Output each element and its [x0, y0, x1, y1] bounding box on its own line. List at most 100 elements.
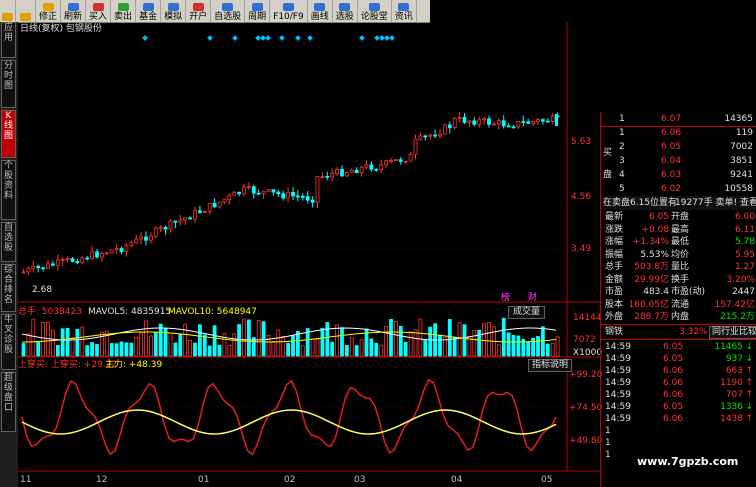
- candle-body: [511, 126, 516, 129]
- candle-body: [251, 186, 256, 194]
- order-notice-detail[interactable]: 19277手 卖单! 查看详细: [675, 196, 756, 210]
- toolbar-button-icon: [67, 3, 79, 11]
- x-axis-label: 11: [20, 475, 32, 485]
- volume-bar: [349, 337, 354, 357]
- candle-body: [36, 265, 41, 269]
- volume-bar: [183, 323, 188, 357]
- volume-bar: [335, 324, 340, 357]
- arrow-left-icon: [2, 13, 13, 21]
- candle-body: [516, 121, 521, 128]
- toolbar-button-10[interactable]: 画线: [308, 0, 333, 22]
- indicator-help-button[interactable]: 指标说明: [528, 359, 573, 372]
- volume-bar: [550, 342, 555, 357]
- toolbar-button-9[interactable]: F10/F9: [270, 0, 308, 22]
- side-tab-3[interactable]: 个股资料: [1, 160, 16, 220]
- indicator-red-line: [21, 378, 557, 456]
- volume-bar: [31, 318, 36, 357]
- volume-unit-label: X1000: [573, 348, 603, 358]
- candle-body: [222, 199, 227, 203]
- volume-bar: [148, 335, 153, 357]
- volume-bar: [178, 333, 183, 357]
- volume-bar: [100, 331, 104, 357]
- volume-bar: [168, 332, 173, 357]
- volume-bar: [202, 334, 207, 357]
- side-tab-1[interactable]: 分时图: [1, 60, 16, 108]
- candle-body: [452, 118, 457, 129]
- orderbook-row[interactable]: 1 6.07 14365: [601, 112, 756, 127]
- candle-body: [472, 120, 477, 125]
- volume-bar: [193, 342, 197, 357]
- toolbar-button-11[interactable]: 选股: [333, 0, 358, 22]
- orderbook-price: 6.07: [661, 114, 682, 124]
- toolbar-button-13[interactable]: 资讯: [392, 0, 417, 22]
- sector-name[interactable]: 钢铁: [605, 325, 623, 339]
- kline-chart-area[interactable]: 日线(复权) 包钢股份 5.63 4.56 3.49 2.68 榜 财 总手: …: [18, 22, 603, 487]
- candle-body: [359, 166, 364, 174]
- nav-forward-button[interactable]: [16, 0, 36, 22]
- toolbar-button-0[interactable]: 修正: [36, 0, 62, 22]
- chart-canvas: [18, 22, 600, 472]
- volume-bar: [423, 339, 428, 357]
- candle-body: [232, 191, 237, 196]
- candle-body: [212, 202, 217, 208]
- candle-body: [354, 169, 359, 174]
- volume-bar: [188, 339, 193, 357]
- tick-time: 1: [605, 450, 611, 460]
- candle-body: [506, 125, 511, 128]
- candle-body: [281, 193, 286, 199]
- candle-body: [295, 195, 300, 198]
- toolbar-button-4[interactable]: 基金: [136, 0, 162, 22]
- toolbar-button-12[interactable]: 论股堂: [358, 0, 392, 22]
- toolbar-button-label: 自选股: [214, 12, 242, 22]
- orderbook-row[interactable]: 3 6.04 3851: [601, 154, 756, 168]
- toolbar-button-2[interactable]: 买入: [86, 0, 112, 22]
- candle-body: [384, 160, 389, 166]
- quote-value: 215.2万: [720, 312, 755, 322]
- volume-tick-label: 7072: [573, 335, 596, 345]
- candle-body: [305, 196, 310, 201]
- candle-body: [188, 217, 193, 220]
- candle-body: [291, 191, 295, 197]
- orderbook-row[interactable]: 2 6.05 7002: [601, 140, 756, 154]
- candle-body: [85, 257, 90, 260]
- toolbar: 修正 刷新 买入 卖出 基金 模拟 开户 自选股 周期 F10/F9 画线 选股 论股堂 资讯: [0, 0, 430, 23]
- side-tab-0[interactable]: 应用: [1, 22, 16, 58]
- signal-diamond-icon: [307, 35, 313, 41]
- toolbar-button-6[interactable]: 开户: [186, 0, 212, 22]
- sector-compare-button[interactable]: 同行业比较: [709, 326, 756, 339]
- side-tab-2[interactable]: K线图: [1, 110, 16, 158]
- candle-body: [31, 265, 36, 270]
- side-tab-5[interactable]: 综合排名: [1, 264, 16, 312]
- orderbook-row[interactable]: 4 6.03 9241: [601, 168, 756, 182]
- event-marker[interactable]: 财: [528, 293, 537, 304]
- volume-bar: [261, 321, 266, 357]
- volume-bar: [232, 333, 237, 357]
- candle-body: [70, 258, 75, 262]
- toolbar-button-7[interactable]: 自选股: [211, 0, 246, 22]
- volume-bar: [291, 334, 295, 357]
- nav-back-button[interactable]: [0, 0, 16, 22]
- orderbook-row[interactable]: 5 6.02 10558: [601, 182, 756, 196]
- orderbook-row[interactable]: 1 6.06 119: [601, 126, 756, 140]
- volume-indicator-button[interactable]: 成交量: [508, 306, 546, 319]
- candle-body: [41, 267, 46, 270]
- volume-total: 总手: 5038423: [18, 307, 82, 317]
- candle-body: [462, 116, 467, 123]
- side-tab-6[interactable]: 牛叉诊股: [1, 314, 16, 370]
- candle-body: [75, 260, 80, 264]
- candle-body: [261, 190, 266, 194]
- orderbook-volume: 10558: [724, 184, 753, 194]
- event-marker[interactable]: 榜: [501, 293, 510, 304]
- toolbar-button-1[interactable]: 刷新: [61, 0, 87, 22]
- volume-bar: [545, 343, 550, 357]
- orderbook-price: 6.02: [661, 184, 682, 194]
- side-tab-4[interactable]: 自选股: [1, 222, 16, 262]
- signal-diamond-icon: [260, 35, 266, 41]
- volume-bar: [541, 326, 545, 357]
- toolbar-button-8[interactable]: 周期: [245, 0, 271, 22]
- side-tab-7[interactable]: 超级盘口: [1, 372, 16, 432]
- volume-bar: [452, 336, 457, 357]
- toolbar-button-5[interactable]: 模拟: [161, 0, 187, 22]
- toolbar-button-3[interactable]: 卖出: [111, 0, 137, 22]
- volume-mavol5: MAVOL5: 4835915: [88, 307, 172, 317]
